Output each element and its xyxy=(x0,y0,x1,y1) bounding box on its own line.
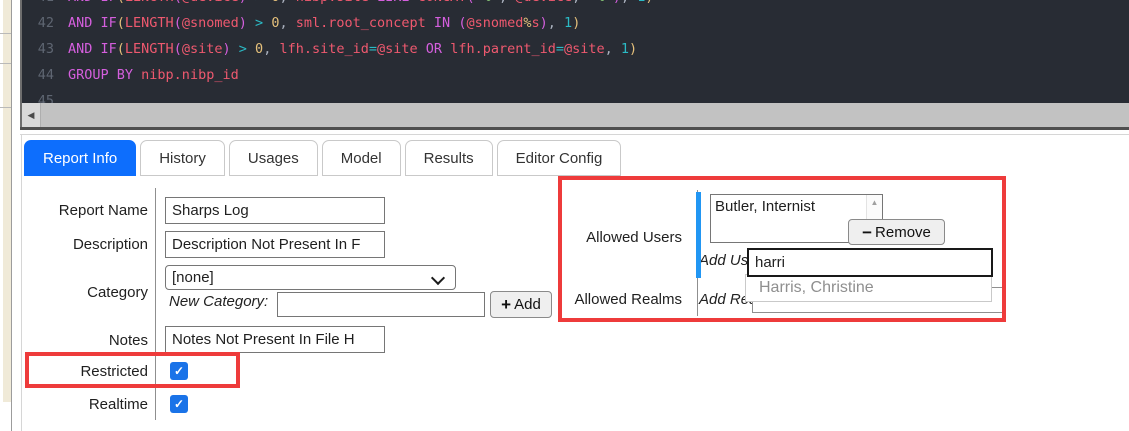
left-collapsed-panel xyxy=(3,0,11,402)
description-label: Description xyxy=(20,236,148,254)
listbox-options: Butler, Internist xyxy=(711,195,882,219)
allowed-users-label: Allowed Users xyxy=(540,229,682,247)
new-category-input[interactable] xyxy=(277,292,485,317)
category-selected-value: [none] xyxy=(172,269,214,286)
category-select[interactable]: [none] xyxy=(165,265,456,290)
rail-tick xyxy=(0,107,11,108)
remove-user-button[interactable]: − Remove xyxy=(848,219,945,245)
line-number: 45 xyxy=(30,88,54,103)
code-line: 44GROUP BY nibp.nibp_id xyxy=(30,62,654,88)
left-panel-border xyxy=(11,0,12,431)
realtime-checkbox[interactable]: ✓ xyxy=(170,395,188,413)
user-autocomplete-dropdown: Harris, Christine xyxy=(745,274,992,302)
scroll-left-arrow-icon[interactable]: ◀ xyxy=(22,103,40,127)
add-button-label: Add xyxy=(514,296,541,313)
report-name-label: Report Name xyxy=(20,202,148,220)
focus-indicator-bar xyxy=(696,192,701,278)
autocomplete-suggestion[interactable]: Harris, Christine xyxy=(746,275,991,301)
line-number: 41 xyxy=(30,0,54,10)
tab-panel-top-border xyxy=(20,134,1129,135)
code-lines: 41AND IF(LENGTH(@device) > 0, nibp.site … xyxy=(30,0,654,103)
code-line: 45 xyxy=(30,88,654,103)
code-line: 43AND IF(LENGTH(@site) > 0, lfh.site_id=… xyxy=(30,36,654,62)
code-line: 42AND IF(LENGTH(@snomed) > 0, sml.root_c… xyxy=(30,10,654,36)
tab-usages[interactable]: Usages xyxy=(229,140,318,176)
editor-bottom-border xyxy=(20,127,1129,130)
scrollbar-thumb[interactable] xyxy=(40,103,1129,127)
tab-model[interactable]: Model xyxy=(322,140,401,176)
line-number: 44 xyxy=(30,62,54,88)
minus-icon: − xyxy=(862,224,872,241)
tab-bar: Report InfoHistoryUsagesModelResultsEdit… xyxy=(24,140,621,176)
tab-results[interactable]: Results xyxy=(405,140,493,176)
category-label: Category xyxy=(20,284,148,302)
chevron-down-icon xyxy=(431,271,445,285)
line-number: 42 xyxy=(30,10,54,36)
autocomplete-items: Harris, Christine xyxy=(746,275,991,301)
sql-code-editor[interactable]: 41AND IF(LENGTH(@device) > 0, nibp.site … xyxy=(22,0,1129,103)
restricted-label: Restricted xyxy=(20,363,148,381)
restricted-checkbox[interactable]: ✓ xyxy=(170,362,188,380)
remove-button-label: Remove xyxy=(875,224,931,241)
report-editor-screen: 41AND IF(LENGTH(@device) > 0, nibp.site … xyxy=(0,0,1129,431)
scroll-up-icon[interactable]: ▲ xyxy=(867,198,882,207)
notes-label: Notes xyxy=(20,332,148,350)
description-input[interactable]: Description Not Present In F xyxy=(165,231,385,258)
notes-input[interactable]: Notes Not Present In File H xyxy=(165,326,385,353)
report-name-input[interactable]: Sharps Log xyxy=(165,197,385,224)
add-user-input[interactable]: harri xyxy=(747,248,993,277)
line-number: 43 xyxy=(30,36,54,62)
code-line: 41AND IF(LENGTH(@device) > 0, nibp.site … xyxy=(30,0,654,10)
allowed-realms-label: Allowed Realms xyxy=(540,291,682,309)
plus-icon: + xyxy=(501,296,511,313)
allowed-user-option[interactable]: Butler, Internist xyxy=(711,195,859,219)
realtime-label: Realtime xyxy=(20,396,148,414)
tab-report-info[interactable]: Report Info xyxy=(24,140,136,176)
tab-history[interactable]: History xyxy=(140,140,225,176)
editor-horizontal-scrollbar[interactable]: ◀ xyxy=(22,103,1129,127)
tab-editor-config[interactable]: Editor Config xyxy=(497,140,622,176)
form-label-divider xyxy=(155,188,156,420)
rail-tick xyxy=(0,33,11,34)
new-category-label: New Category: xyxy=(169,293,268,311)
rail-tick xyxy=(0,63,11,64)
tab-panel-left-border xyxy=(21,134,22,431)
